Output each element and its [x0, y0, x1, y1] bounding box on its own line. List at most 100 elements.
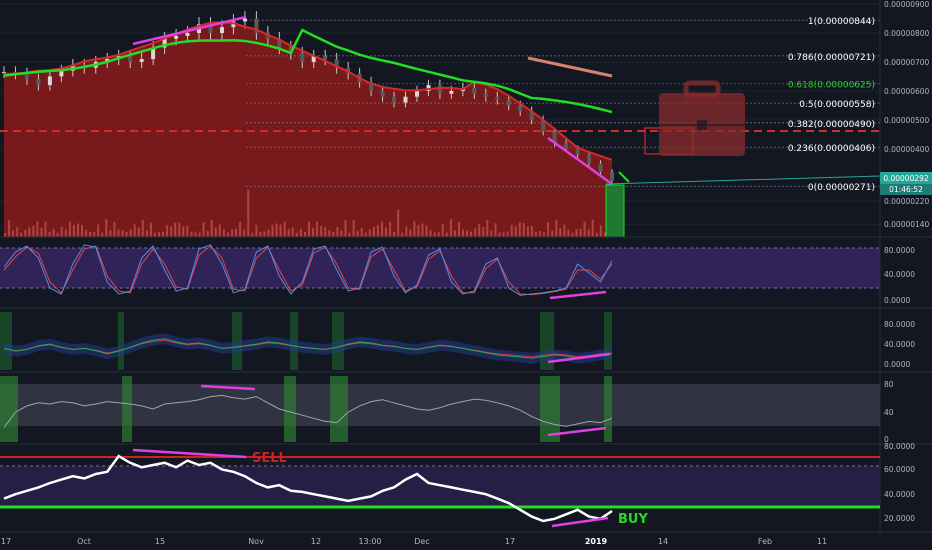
- x-axis-tick-label: 14: [658, 537, 668, 546]
- volume-bar: [81, 225, 83, 237]
- y-axis-tick-label: 0.0000: [884, 296, 910, 305]
- y-axis-tick-label: 40: [884, 408, 894, 417]
- volume-bar: [587, 229, 590, 237]
- volume-bar: [429, 229, 432, 237]
- volume-bar: [198, 232, 201, 237]
- tradingview-chart[interactable]: 1(0.00000844) 0.786(0.00000721) 0.618(0.00…: [0, 0, 932, 550]
- fib-level-label: 0.382(0.00000490): [788, 120, 875, 130]
- volume-bar: [255, 224, 258, 237]
- volume-bar: [243, 229, 246, 237]
- volume-bar: [162, 231, 165, 237]
- volume-bar: [97, 224, 100, 237]
- candle-body: [47, 76, 52, 86]
- y-axis-tick-label: 0.0000: [884, 360, 910, 369]
- volume-bar: [445, 232, 448, 237]
- volume-bar: [474, 228, 477, 237]
- candle-body: [472, 88, 477, 94]
- volume-bar: [567, 229, 570, 237]
- fib-level-label: 0.236(0.00000406): [788, 144, 875, 154]
- oscillator-2-green-bar: [0, 376, 18, 442]
- volume-bar: [60, 226, 63, 237]
- volume-bar: [93, 231, 96, 237]
- volume-bar: [8, 220, 11, 237]
- x-axis-tick-label: Dec: [414, 537, 429, 546]
- volume-bar: [267, 229, 270, 237]
- volume-bar: [352, 220, 355, 237]
- y-axis-tick-label: 40.0000: [884, 490, 915, 499]
- last-candle-box: [605, 184, 625, 238]
- x-axis-tick-label: 11: [817, 537, 827, 546]
- volume-bar: [235, 228, 237, 237]
- volume-bar: [206, 230, 209, 237]
- oscillator-bands-panel[interactable]: [0, 312, 613, 370]
- candle-body: [185, 33, 190, 36]
- stoch-rsi-panel[interactable]: [0, 244, 880, 300]
- volume-bar: [222, 229, 225, 237]
- volume-bar: [490, 230, 493, 237]
- volume-bar: [405, 226, 408, 237]
- volume-bar: [299, 228, 302, 237]
- stoch-divergence-line: [549, 290, 607, 300]
- volume-bar: [149, 222, 152, 237]
- volume-bar: [121, 230, 124, 237]
- candle-body: [564, 143, 569, 149]
- volume-bar: [421, 223, 424, 237]
- volume-bar: [101, 232, 104, 237]
- volume-bar: [85, 229, 88, 237]
- volume-bar: [336, 226, 339, 237]
- x-axis-tick-label: Oct: [77, 537, 91, 546]
- briefcase-icon[interactable]: [659, 80, 745, 156]
- volume-bar: [218, 224, 221, 237]
- candle-body: [128, 56, 133, 62]
- last-price-badge[interactable]: 0.00000292 01:46:52: [880, 172, 932, 195]
- volume-bar: [328, 230, 331, 237]
- y-axis-tick-label: 80.0000: [884, 246, 915, 255]
- price-panel[interactable]: 1(0.00000844) 0.786(0.00000721) 0.618(0.00…: [0, 3, 881, 238]
- rsi-band: [0, 466, 880, 507]
- rsi-divergence-2: [551, 516, 609, 528]
- volume-bar: [16, 227, 19, 237]
- volume-bar: [271, 224, 274, 237]
- y-axis-tick-label: 0.00000700: [884, 58, 930, 67]
- volume-bar: [68, 221, 71, 237]
- volume-bar: [360, 227, 363, 237]
- volume-bar: [117, 229, 120, 237]
- volume-bar: [409, 229, 412, 237]
- y-axis-tick-label: 0.00000400: [884, 145, 930, 154]
- oscillator-2-green-bar: [284, 376, 296, 442]
- volume-bar: [28, 227, 31, 237]
- volume-bar: [259, 232, 262, 237]
- y-axis-tick-label: 0.00000600: [884, 87, 930, 96]
- countdown-label: 01:46:52: [889, 185, 923, 194]
- candle-body: [506, 99, 511, 106]
- candle-body: [610, 172, 614, 181]
- volume-bar: [226, 232, 229, 237]
- volume-bar: [425, 225, 428, 237]
- volume-bar: [401, 232, 404, 237]
- x-axis-tick-label: 17: [1, 537, 11, 546]
- volume-bar: [24, 229, 27, 237]
- y-axis-labels[interactable]: 0.00000900 0.00000800 0.00000700 0.00000600…: [884, 0, 930, 523]
- volume-bar: [381, 221, 383, 237]
- candle-body: [449, 90, 454, 94]
- volume-bar: [575, 229, 578, 237]
- oscillator-2-panel[interactable]: [0, 376, 880, 442]
- volume-bar: [316, 221, 319, 237]
- volume-bar: [186, 225, 189, 237]
- oscillator-2-green-bar: [330, 376, 348, 442]
- y-axis-tick-label: 0.00000800: [884, 29, 930, 38]
- rsi-panel[interactable]: SELL BUY: [0, 448, 880, 528]
- x-axis-tick-label: Feb: [758, 537, 772, 546]
- volume-bar: [332, 232, 335, 237]
- candle-body: [300, 53, 305, 62]
- volume-bar: [32, 225, 35, 237]
- volume-bar: [36, 221, 39, 237]
- x-axis-tick-label: 15: [155, 537, 165, 546]
- oscillator-green-bar: [604, 312, 612, 370]
- volume-bar: [372, 226, 375, 237]
- volume-bar: [498, 232, 501, 237]
- volume-bar: [466, 230, 469, 237]
- volume-bar: [279, 224, 282, 237]
- ma-red-fill: [4, 22, 612, 237]
- x-axis-labels[interactable]: 17 Oct 15 Nov 12 13:00 Dec 17 2019 14 Feb 11: [1, 537, 827, 546]
